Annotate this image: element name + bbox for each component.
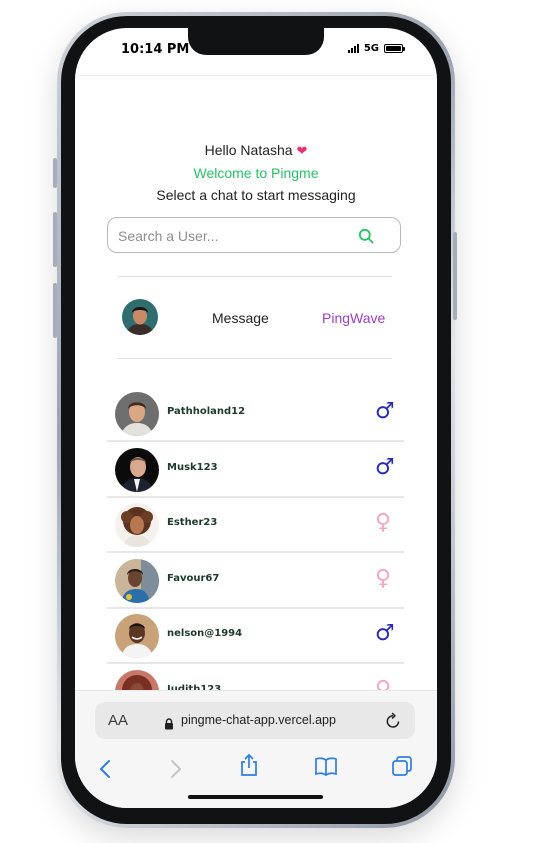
greeting-hello: Hello Natasha ❤ (75, 142, 437, 159)
user-avatar (115, 448, 159, 492)
male-icon: ♂ (375, 455, 395, 480)
male-icon: ♂ (375, 399, 395, 424)
header-divider (75, 75, 437, 76)
profile-avatar[interactable] (122, 299, 158, 335)
battery-icon (384, 44, 405, 53)
signal-icon (347, 44, 359, 53)
user-avatar (115, 392, 159, 436)
user-name: nelson@1994 (167, 628, 243, 639)
bookmarks-icon[interactable] (314, 756, 338, 780)
user-row[interactable]: Esther23 ♀ (107, 498, 404, 553)
user-row[interactable]: Pathholand12 ♂ (107, 387, 404, 442)
notch (188, 28, 324, 55)
user-avatar (115, 559, 159, 603)
phone-screen: 10:14 PM 5G Hello Natasha ❤ Welcome to P… (75, 28, 437, 808)
user-row[interactable]: nelson@1994 ♂ (107, 609, 404, 664)
heart-icon: ❤ (296, 143, 308, 158)
network-type: 5G (363, 43, 379, 54)
url-text[interactable]: pingme-chat-app.vercel.app (181, 713, 336, 727)
power-button (453, 232, 457, 320)
lock-icon (164, 715, 174, 734)
address-bar[interactable]: AA pingme-chat-app.vercel.app (95, 702, 415, 739)
nav-message[interactable]: Message (212, 310, 269, 326)
home-indicator[interactable] (188, 795, 323, 799)
status-time: 10:14 PM (121, 42, 190, 57)
back-icon[interactable] (99, 759, 111, 783)
status-indicators: 5G (347, 43, 405, 54)
female-icon: ♀ (375, 510, 392, 535)
search-icon[interactable] (358, 228, 374, 248)
user-name: Musk123 (167, 462, 218, 473)
user-avatar (115, 614, 159, 658)
user-name: Esther23 (167, 517, 218, 528)
reload-icon[interactable] (385, 712, 401, 733)
user-name: Pathholand12 (167, 406, 246, 417)
user-row[interactable]: Musk123 ♂ (107, 443, 404, 498)
forward-icon[interactable] (170, 759, 182, 783)
reader-aa-button[interactable]: AA (108, 712, 128, 729)
female-icon: ♀ (375, 566, 392, 591)
instruction-text: Select a chat to start messaging (156, 187, 356, 203)
nav-pingwave[interactable]: PingWave (322, 310, 385, 326)
user-name: Favour67 (167, 573, 220, 584)
volume-up-button (53, 212, 57, 267)
tabs-icon[interactable] (391, 755, 413, 781)
greeting-hello-text: Hello Natasha (204, 142, 293, 158)
welcome-text: Welcome to Pingme (193, 165, 319, 181)
silent-switch (53, 158, 57, 188)
browser-toolbar: AA pingme-chat-app.vercel.app (75, 690, 437, 808)
divider (118, 276, 392, 277)
search-box[interactable] (107, 217, 401, 253)
share-icon[interactable] (239, 753, 259, 781)
volume-down-button (53, 283, 57, 338)
search-input[interactable] (116, 225, 350, 247)
male-icon: ♂ (375, 621, 395, 646)
user-avatar (115, 503, 159, 547)
user-row[interactable]: Favour67 ♀ (107, 554, 404, 609)
divider (118, 358, 392, 359)
